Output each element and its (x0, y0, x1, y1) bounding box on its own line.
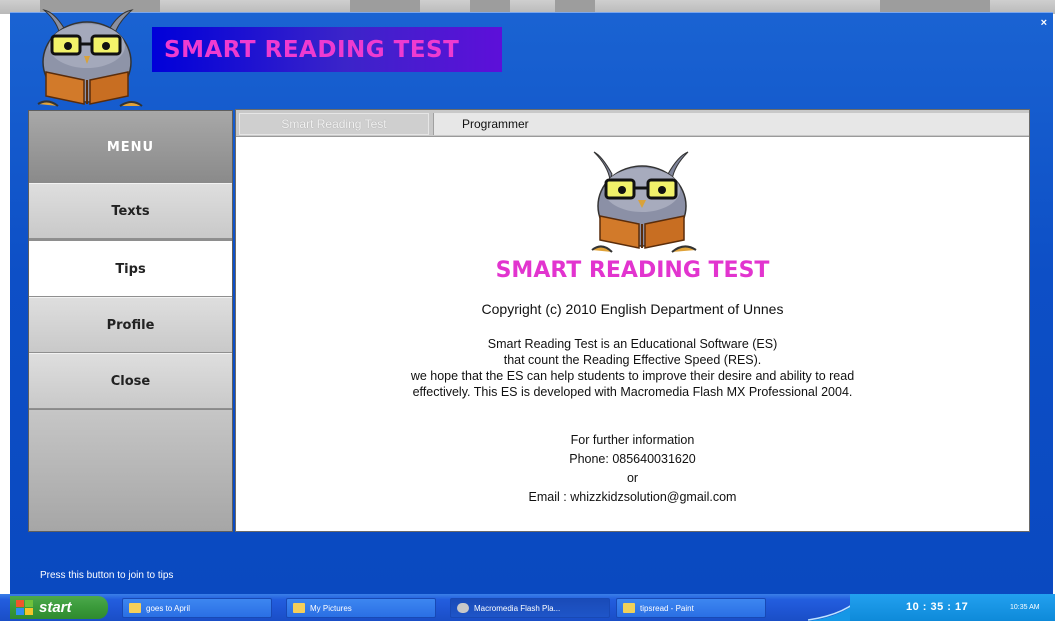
tab-bar: Smart Reading Test Programmer (236, 110, 1029, 137)
app-title: SMART READING TEST (164, 37, 460, 63)
menu-item-texts[interactable]: Texts (29, 183, 232, 239)
taskbar-item-label: goes to April (146, 603, 191, 613)
taskbar-item-label: Macromedia Flash Pla... (474, 603, 561, 613)
paint-icon (623, 603, 635, 613)
taskbar-item-my-pictures[interactable]: My Pictures (286, 598, 436, 618)
menu-item-profile[interactable]: Profile (29, 297, 232, 353)
description-line: that count the Reading Effective Speed (… (503, 353, 762, 367)
taskbar-item-label: tipsread - Paint (640, 603, 694, 613)
description-block: Smart Reading Test is an Educational Sof… (236, 336, 1029, 400)
taskbar-item-label: My Pictures (310, 603, 352, 613)
taskbar-item-flash-player[interactable]: Macromedia Flash Pla... (450, 598, 610, 618)
tray-clock[interactable]: 10:35 AM (1010, 604, 1040, 611)
contact-block: For further information Phone: 085640031… (236, 431, 1029, 507)
menu-header: MENU (29, 111, 232, 183)
start-button[interactable]: start (10, 596, 108, 619)
start-label: start (39, 599, 72, 616)
owl-reading-icon (591, 151, 697, 253)
taskbar-item-goes-to-april[interactable]: goes to April (122, 598, 272, 618)
menu-item-tips[interactable]: Tips (29, 241, 232, 297)
folder-icon (129, 603, 141, 613)
tab-smart-reading-test[interactable]: Smart Reading Test (239, 113, 429, 135)
contact-email: Email : whizzkidzsolution@gmail.com (528, 490, 737, 504)
description-line: we hope that the ES can help students to… (410, 369, 855, 383)
contact-line: or (626, 471, 639, 485)
side-menu: MENU Texts Tips Profile Close (28, 110, 233, 532)
description-line: Smart Reading Test is an Educational Sof… (487, 337, 778, 351)
close-window-button[interactable]: × (1041, 17, 1047, 29)
windows-logo-icon (16, 599, 34, 616)
owl-logo-icon (37, 9, 143, 107)
content-title: SMART READING TEST (495, 258, 770, 283)
folder-icon (293, 603, 305, 613)
app-clock: 10 : 35 : 17 (906, 601, 969, 613)
taskbar-item-paint[interactable]: tipsread - Paint (616, 598, 766, 618)
menu-item-close[interactable]: Close (29, 353, 232, 409)
flash-player-icon (457, 603, 469, 613)
menu-empty-area (29, 409, 232, 531)
taskbar: start goes to April My Pictures Macromed… (0, 594, 1055, 621)
tab-programmer[interactable]: Programmer (433, 113, 1029, 135)
contact-phone: Phone: 085640031620 (569, 452, 696, 466)
copyright-text: Copyright (c) 2010 English Department of… (481, 301, 784, 317)
contact-line: For further information (570, 433, 695, 447)
status-hint: Press this button to join to tips (40, 570, 174, 581)
description-line: effectively. This ES is developed with M… (412, 385, 853, 399)
content-panel: Smart Reading Test Programmer SMART READ… (235, 109, 1030, 532)
